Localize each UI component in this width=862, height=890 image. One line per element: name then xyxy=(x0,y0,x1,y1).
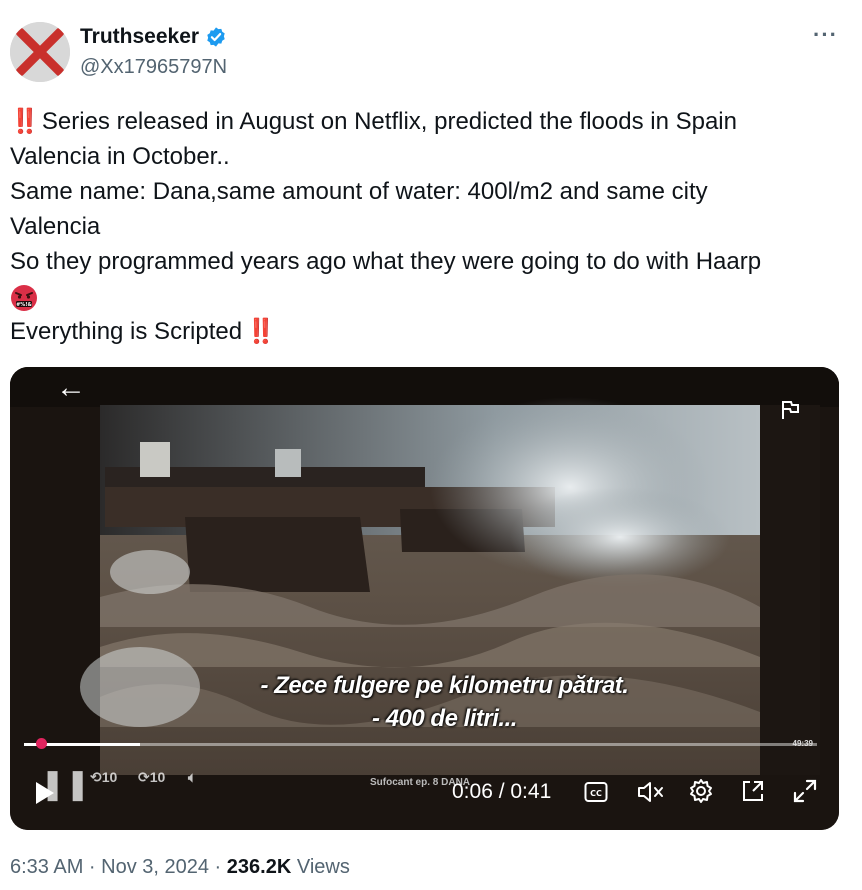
tweet-line-3: Same name: Dana,same amount of water: 40… xyxy=(10,178,708,205)
tweet-line-5: So they programmed years ago what they w… xyxy=(10,248,762,275)
views-label: Views xyxy=(291,856,350,878)
views-count: 236.2K xyxy=(226,856,292,878)
more-options-icon[interactable]: ··· xyxy=(813,22,838,48)
fullscreen-icon[interactable] xyxy=(792,778,818,809)
svg-text:CC: CC xyxy=(590,789,602,798)
tweet-timestamp[interactable]: 6:33 AM · Nov 3, 2024 · xyxy=(10,856,227,878)
double-exclamation-icon: ‼️ xyxy=(246,318,276,345)
author-name-row: Truthseeker xyxy=(80,25,227,49)
tweet-line-6: #%!& xyxy=(10,279,840,314)
video-subtitle-line-2: - 400 de litri... xyxy=(372,705,517,732)
tweet-line-4: Valencia xyxy=(10,213,101,240)
tweet-line-7: Everything is Scripted ‼️ xyxy=(10,318,276,345)
verified-badge-icon xyxy=(205,26,227,48)
cc-icon[interactable]: CC xyxy=(584,781,608,808)
back-arrow-icon[interactable]: ← xyxy=(56,371,86,405)
tweet-line-2: Valencia in October.. xyxy=(10,143,230,170)
play-icon[interactable] xyxy=(34,780,56,811)
tweet-text: ‼️ Series released in August on Netflix, … xyxy=(10,104,840,349)
mute-icon[interactable] xyxy=(636,779,666,810)
author-display-name[interactable]: Truthseeker xyxy=(80,25,199,49)
flag-icon[interactable] xyxy=(779,399,801,426)
video-time: 0:06 / 0:41 xyxy=(452,780,552,803)
video-progress-handle[interactable] xyxy=(36,738,47,749)
video-frame xyxy=(10,367,839,830)
author-handle[interactable]: @Xx17965797N xyxy=(80,56,227,79)
video-subtitle-line-1: - Zece fulgere pe kilometru pătrat. xyxy=(260,672,629,699)
avatar-cross-icon xyxy=(10,22,70,82)
double-exclamation-icon: ‼️ xyxy=(10,108,40,135)
embedded-duration: 49:39 xyxy=(792,739,813,748)
video-player[interactable]: ← - Zece fulgere pe kilometru pătrat. - … xyxy=(10,367,839,830)
tweet-meta: 6:33 AM · Nov 3, 2024 · 236.2K Views xyxy=(10,856,350,879)
tweet-line-1: ‼️ Series released in August on Netflix, … xyxy=(10,108,737,135)
video-progress-track[interactable] xyxy=(24,743,817,746)
avatar[interactable] xyxy=(10,22,70,82)
settings-icon[interactable] xyxy=(688,778,714,809)
svg-text:#%!&: #%!& xyxy=(16,302,32,308)
video-controls: 0:06 / 0:41 CC xyxy=(10,762,839,830)
face-with-symbols-on-mouth-icon: #%!& xyxy=(11,284,37,311)
pip-icon[interactable] xyxy=(740,778,766,809)
